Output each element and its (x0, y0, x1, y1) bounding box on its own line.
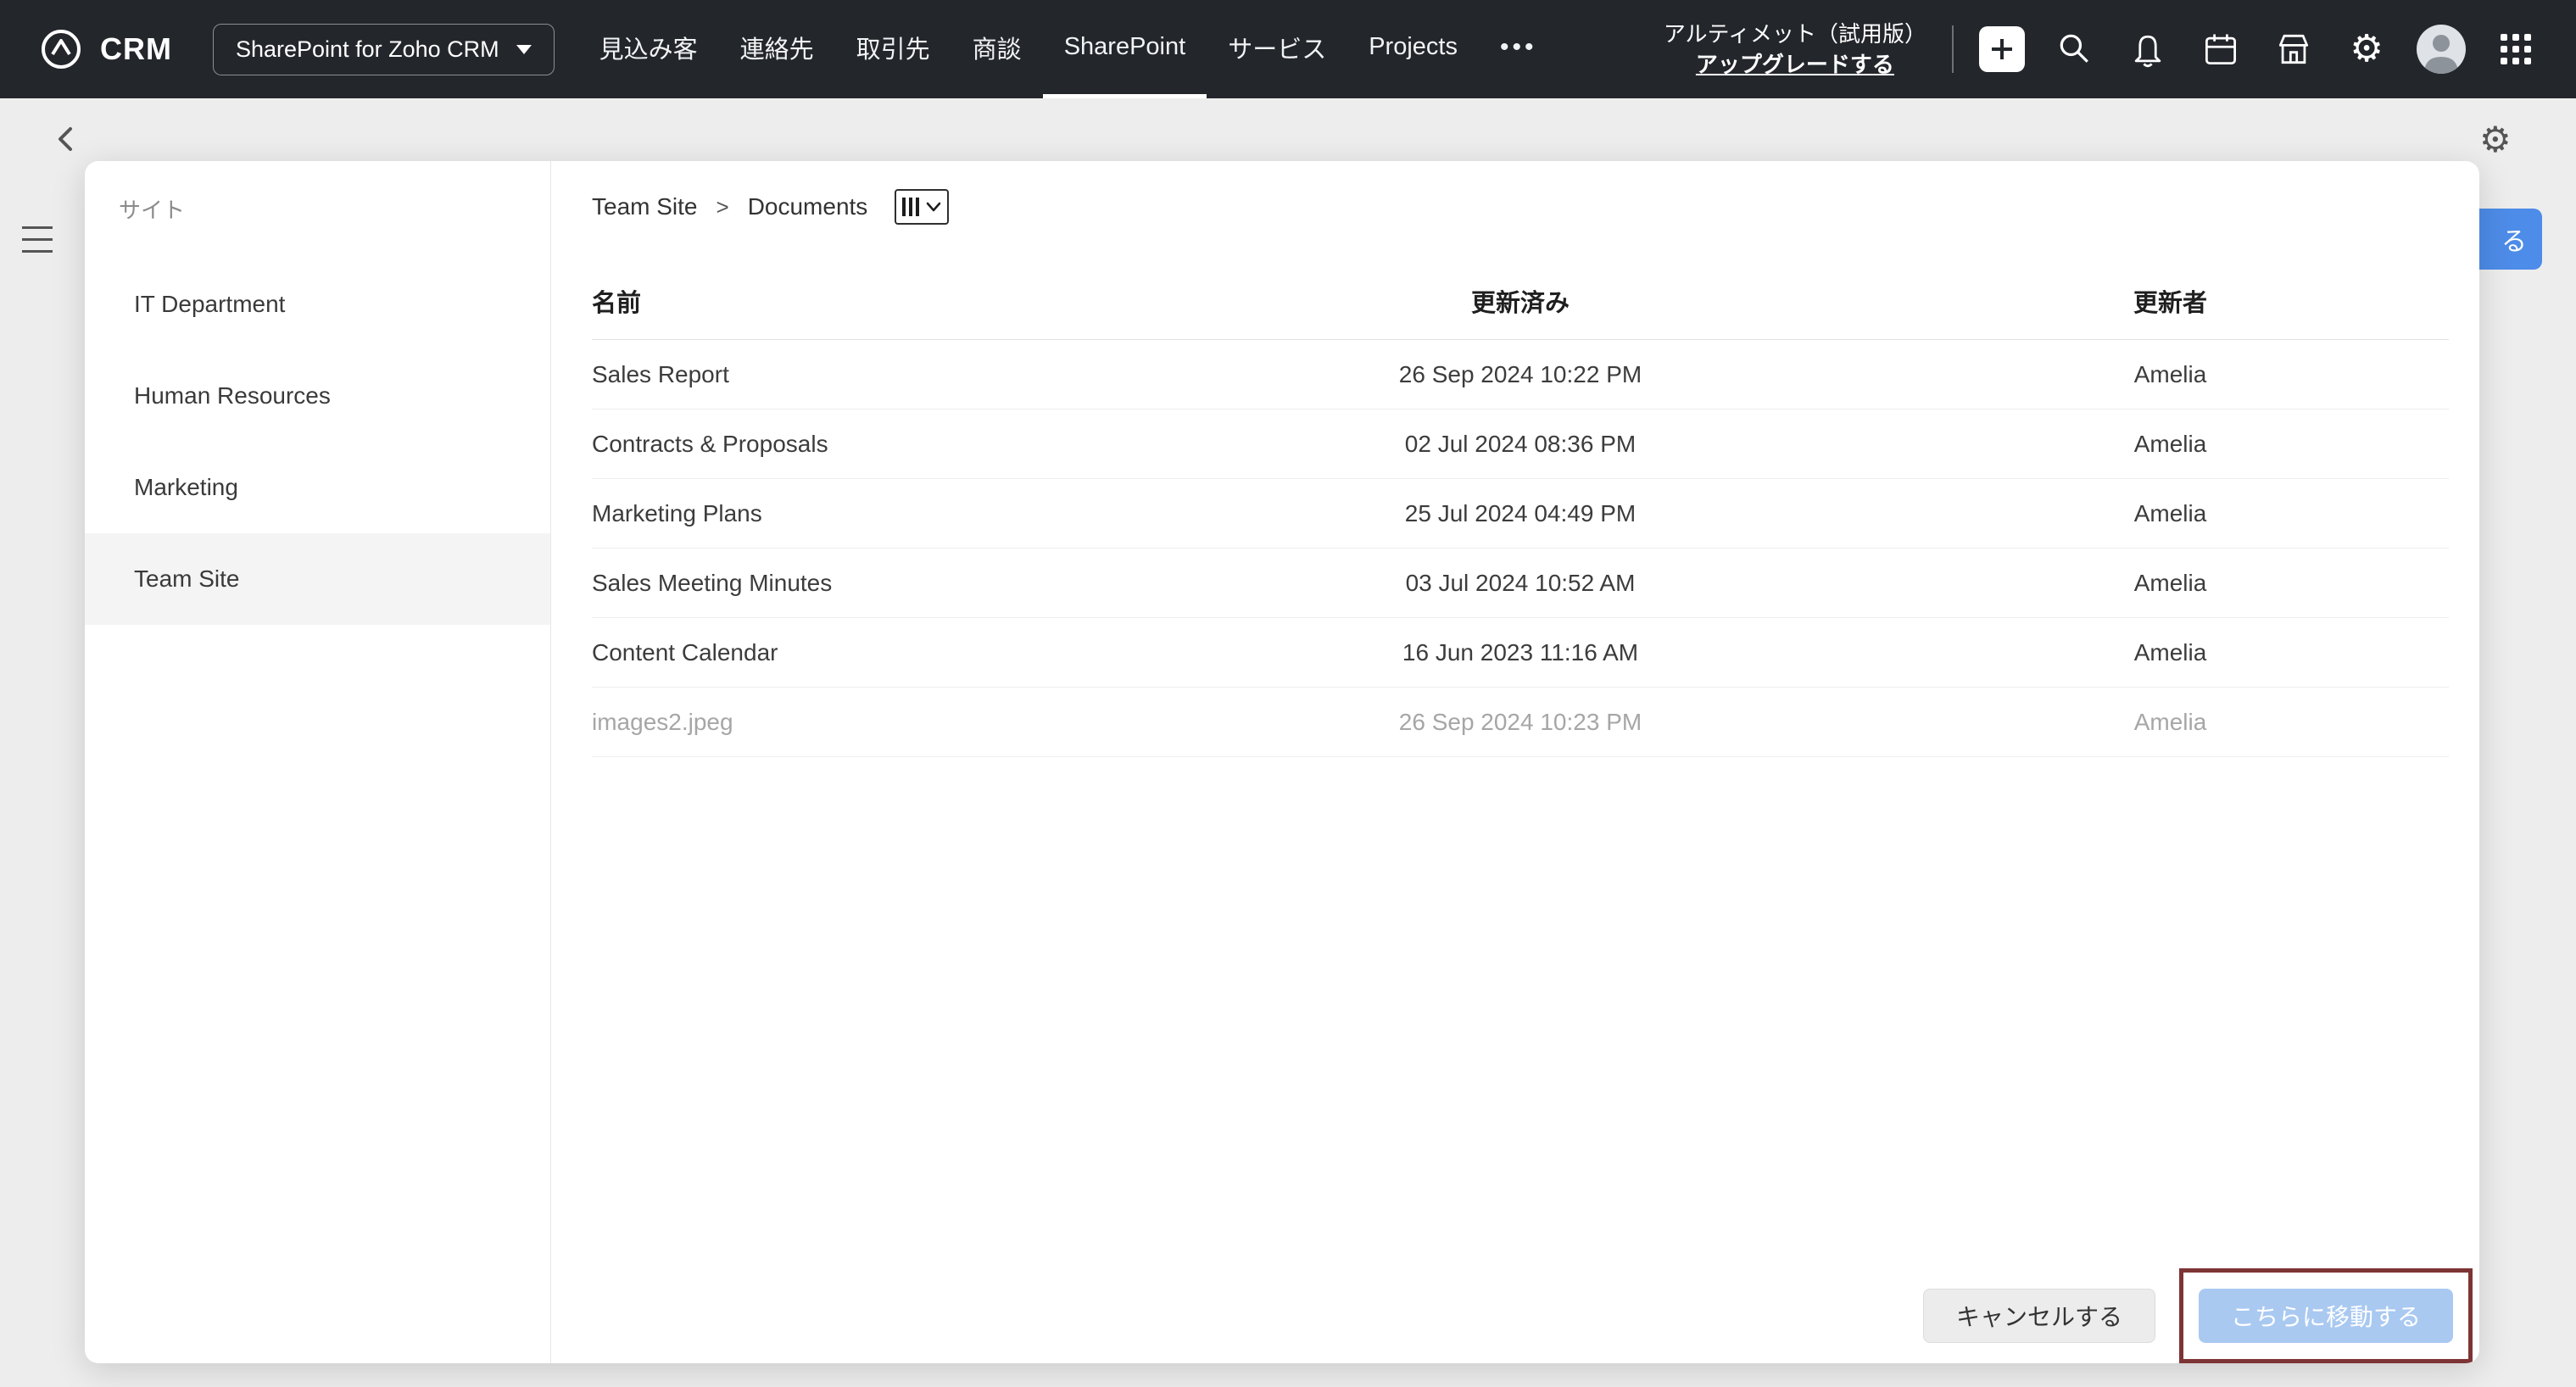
nav-item-deals[interactable]: 商談 (951, 0, 1043, 98)
sharepoint-move-dialog: サイト IT Department Human Resources Market… (85, 161, 2479, 1363)
cell-modified-by: Amelia (1892, 709, 2449, 736)
chevron-down-icon (926, 201, 941, 213)
table-row-disabled: images2.jpeg 26 Sep 2024 10:23 PM Amelia (592, 688, 2449, 757)
cell-modified: 26 Sep 2024 10:22 PM (1149, 361, 1892, 388)
table-row[interactable]: Sales Report 26 Sep 2024 10:22 PM Amelia (592, 340, 2449, 409)
cell-modified-by: Amelia (1892, 639, 2449, 666)
hamburger-menu-icon[interactable] (22, 217, 53, 262)
cell-modified-by: Amelia (1892, 361, 2449, 388)
cell-modified: 25 Jul 2024 04:49 PM (1149, 500, 1892, 527)
calendar-icon[interactable] (2198, 26, 2244, 72)
sidebar-item-human-resources[interactable]: Human Resources (85, 350, 550, 442)
plan-info: アルティメット（試用版） アップグレードする (1664, 19, 1926, 81)
cell-modified: 26 Sep 2024 10:23 PM (1149, 709, 1892, 736)
quick-create-icon[interactable] (1979, 26, 2025, 72)
table-row[interactable]: Contracts & Proposals 02 Jul 2024 08:36 … (592, 409, 2449, 479)
documents-table: 名前 更新済み 更新者 Sales Report 26 Sep 2024 10:… (592, 270, 2449, 757)
header-name: 名前 (592, 283, 1149, 319)
move-here-button[interactable]: こちらに移動する (2199, 1289, 2453, 1343)
library-icon (902, 198, 919, 216)
app-selector-dropdown[interactable]: SharePoint for Zoho CRM (213, 24, 555, 75)
zoho-logo-icon (37, 25, 85, 73)
search-icon[interactable] (2052, 26, 2098, 72)
chevron-down-icon (516, 45, 532, 54)
topbar-divider (1952, 25, 1954, 73)
sidebar-item-team-site[interactable]: Team Site (85, 533, 550, 625)
dialog-content: Team Site > Documents 名前 更新済み 更新者 Sal (551, 161, 2479, 1363)
annotation-highlight-box: こちらに移動する (2179, 1268, 2473, 1363)
upgrade-link[interactable]: アップグレードする (1664, 49, 1926, 80)
table-row[interactable]: Content Calendar 16 Jun 2023 11:16 AM Am… (592, 618, 2449, 688)
cell-modified: 02 Jul 2024 08:36 PM (1149, 431, 1892, 458)
sidebar-item-it-department[interactable]: IT Department (85, 259, 550, 350)
cell-name: Contracts & Proposals (592, 431, 1149, 458)
marketplace-icon[interactable] (2271, 26, 2317, 72)
notifications-bell-icon[interactable] (2125, 26, 2171, 72)
nav-item-services[interactable]: サービス (1207, 0, 1347, 98)
plan-label: アルティメット（試用版） (1664, 19, 1926, 49)
dialog-footer: キャンセルする こちらに移動する (1923, 1268, 2473, 1363)
cell-modified-by: Amelia (1892, 570, 2449, 597)
nav-item-sharepoint[interactable]: SharePoint (1043, 0, 1207, 98)
table-header-row: 名前 更新済み 更新者 (592, 270, 2449, 340)
breadcrumb-root[interactable]: Team Site (592, 193, 698, 220)
topbar-icons: ⚙ (1979, 25, 2539, 74)
cell-name: Marketing Plans (592, 500, 1149, 527)
cell-name: Sales Meeting Minutes (592, 570, 1149, 597)
sites-sidebar: サイト IT Department Human Resources Market… (85, 161, 551, 1363)
cell-modified-by: Amelia (1892, 500, 2449, 527)
settings-gear-icon[interactable]: ⚙ (2344, 26, 2389, 72)
more-menu-icon[interactable]: ••• (1479, 0, 1558, 98)
brand-name: CRM (100, 31, 172, 67)
table-row[interactable]: Marketing Plans 25 Jul 2024 04:49 PM Ame… (592, 479, 2449, 549)
cell-name: Sales Report (592, 361, 1149, 388)
main-nav: 見込み客 連絡先 取引先 商談 SharePoint サービス Projects… (578, 0, 1558, 98)
sidebar-item-marketing[interactable]: Marketing (85, 442, 550, 533)
nav-item-contacts[interactable]: 連絡先 (719, 0, 835, 98)
cell-modified: 03 Jul 2024 10:52 AM (1149, 570, 1892, 597)
breadcrumb: Team Site > Documents (592, 187, 2449, 227)
back-chevron-icon[interactable] (49, 122, 83, 156)
sidebar-title: サイト (85, 193, 550, 225)
topbar: CRM SharePoint for Zoho CRM 見込み客 連絡先 取引先… (0, 0, 2576, 98)
nav-item-leads[interactable]: 見込み客 (578, 0, 719, 98)
app-selector-label: SharePoint for Zoho CRM (236, 36, 499, 63)
nav-item-accounts[interactable]: 取引先 (835, 0, 951, 98)
cell-name: Content Calendar (592, 639, 1149, 666)
cell-modified-by: Amelia (1892, 431, 2449, 458)
breadcrumb-current: Documents (748, 193, 868, 220)
nav-item-projects[interactable]: Projects (1347, 0, 1479, 98)
brand: CRM (37, 25, 172, 73)
workspace: ⚙ る サイト IT Department Human Resources Ma… (0, 98, 2576, 1387)
cell-name: images2.jpeg (592, 709, 1149, 736)
app-grid-icon[interactable] (2493, 26, 2539, 72)
library-view-selector[interactable] (895, 189, 949, 225)
header-modified-by: 更新者 (1892, 283, 2449, 319)
breadcrumb-separator: > (716, 194, 729, 220)
table-row[interactable]: Sales Meeting Minutes 03 Jul 2024 10:52 … (592, 549, 2449, 618)
header-modified: 更新済み (1149, 283, 1892, 319)
cell-modified: 16 Jun 2023 11:16 AM (1149, 639, 1892, 666)
user-avatar[interactable] (2417, 25, 2466, 74)
cancel-button[interactable]: キャンセルする (1923, 1289, 2155, 1343)
page-settings-gear-icon[interactable]: ⚙ (2479, 119, 2512, 160)
